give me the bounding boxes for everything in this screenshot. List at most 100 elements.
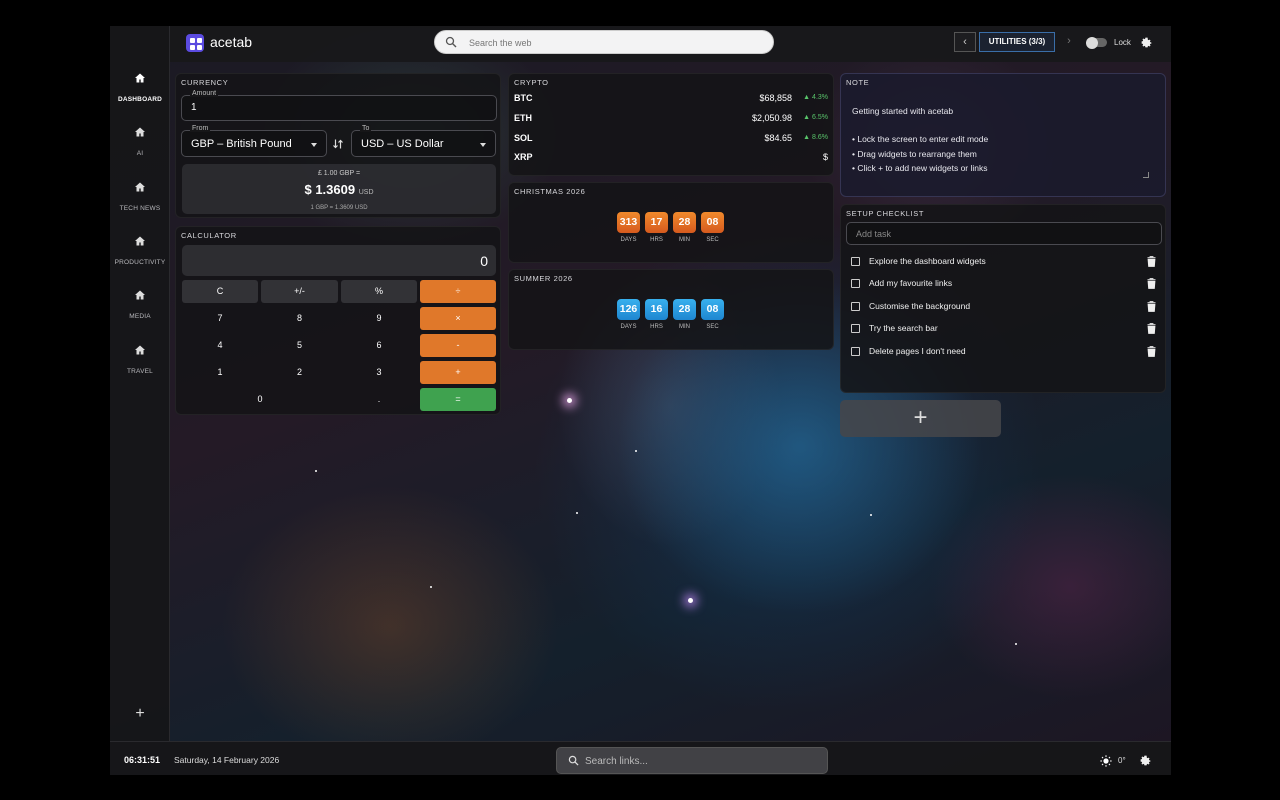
crypto-row[interactable]: SOL $84.65 ▲ 8.6% (514, 133, 828, 147)
crypto-row[interactable]: BTC $68,858 ▲ 4.3% (514, 93, 828, 107)
calc-key-equals[interactable]: = (420, 388, 496, 411)
conversion-source: £ 1.00 GBP = (317, 170, 361, 177)
calc-key-2[interactable]: 2 (261, 361, 338, 384)
calc-key-percent[interactable]: % (341, 280, 417, 303)
chevron-down-icon (480, 143, 486, 147)
next-page-button[interactable]: › (1058, 32, 1080, 52)
countdown-seconds: 08 (701, 299, 724, 320)
web-search-bar[interactable] (434, 30, 774, 54)
bg-star (315, 470, 317, 472)
app-logo-icon[interactable] (186, 34, 204, 52)
crypto-price: $ (822, 152, 828, 162)
calc-key-9[interactable]: 9 (341, 307, 417, 330)
clock: 06:31:51 (124, 755, 161, 765)
calc-key-7[interactable]: 7 (182, 307, 258, 330)
crypto-widget: CRYPTO BTC $68,858 ▲ 4.3% ETH $2,050.98 … (508, 73, 834, 176)
trash-icon[interactable] (1147, 301, 1156, 312)
add-widget-button[interactable]: + (840, 400, 1001, 437)
calc-key-1[interactable]: 1 (182, 361, 258, 384)
sidebar-item-tech-news[interactable]: TECH NEWS (110, 181, 170, 215)
trash-icon[interactable] (1147, 346, 1156, 357)
sidebar-item-dashboard[interactable]: DASHBOARD (110, 72, 170, 106)
calc-key-4[interactable]: 4 (182, 334, 258, 357)
link-search-bar[interactable] (556, 747, 828, 774)
calc-key-0[interactable]: 0 (182, 388, 338, 411)
task-checkbox[interactable] (851, 302, 860, 311)
link-search-input[interactable] (585, 754, 815, 768)
sidebar-item-travel[interactable]: TRAVEL (110, 344, 170, 378)
crypto-row[interactable]: XRP $ (514, 152, 828, 166)
calc-key-6[interactable]: 6 (341, 334, 417, 357)
countdown-unit-label: DAYS (620, 237, 637, 243)
sidebar-item-label: MEDIA (129, 313, 151, 320)
calc-key-negate[interactable]: +/- (261, 280, 338, 303)
add-task-input[interactable] (856, 227, 1146, 241)
countdown-unit-label: MIN (679, 324, 690, 330)
countdown-seconds: 08 (701, 212, 724, 233)
checklist-item: Try the search bar (851, 323, 1156, 337)
lock-toggle[interactable] (1086, 36, 1107, 49)
amount-field[interactable]: Amount 1 (181, 90, 497, 121)
amount-label: Amount (190, 90, 219, 97)
calc-key-multiply[interactable]: × (420, 307, 496, 330)
crypto-change: ▲ 6.5% (803, 114, 828, 121)
calc-key-clear[interactable]: C (182, 280, 258, 303)
crypto-price: $84.65 (764, 133, 792, 143)
swap-icon[interactable] (332, 138, 344, 150)
countdown-minutes: 28 (673, 212, 696, 233)
trash-icon[interactable] (1147, 323, 1156, 334)
note-textarea[interactable]: Getting started with acetab • Lock the s… (852, 104, 1142, 175)
calc-key-3[interactable]: 3 (341, 361, 417, 384)
calc-key-divide[interactable]: ÷ (420, 280, 496, 303)
crypto-symbol: BTC (514, 93, 533, 103)
bottom-bar: 06:31:51 Saturday, 14 February 2026 0° (110, 741, 1171, 775)
calc-key-decimal[interactable]: . (341, 388, 417, 411)
gear-icon[interactable] (1140, 36, 1153, 49)
task-checkbox[interactable] (851, 347, 860, 356)
home-icon (135, 182, 145, 192)
task-checkbox[interactable] (851, 279, 860, 288)
home-icon (135, 345, 145, 355)
widget-title: CHRISTMAS 2026 (514, 187, 586, 196)
calc-key-8[interactable]: 8 (261, 307, 338, 330)
temperature: 0° (1118, 756, 1126, 765)
sidebar-item-media[interactable]: MEDIA (110, 289, 170, 323)
dashboard-app: acetab ‹ UTILITIES (3/3) › Lock DASHBOAR… (110, 26, 1171, 775)
home-icon (135, 290, 145, 300)
sidebar-item-label: PRODUCTIVITY (114, 259, 166, 266)
crypto-row[interactable]: ETH $2,050.98 ▲ 6.5% (514, 113, 828, 127)
widget-title: SETUP CHECKLIST (846, 209, 925, 218)
countdown-unit-label: HRS (650, 237, 663, 243)
sidebar-item-productivity[interactable]: PRODUCTIVITY (110, 235, 170, 269)
note-widget: NOTE Getting started with acetab • Lock … (840, 73, 1166, 197)
bg-star (430, 586, 432, 588)
calc-key-5[interactable]: 5 (261, 334, 338, 357)
resize-handle-icon[interactable] (1143, 172, 1149, 178)
prev-page-button[interactable]: ‹ (954, 32, 976, 52)
conversion-rate: 1 GBP = 1.3609 USD (310, 205, 368, 211)
gear-icon[interactable] (1139, 754, 1152, 767)
sidebar-item-label: AI (136, 150, 144, 157)
sidebar-item-ai[interactable]: AI (110, 126, 170, 160)
trash-icon[interactable] (1147, 256, 1156, 267)
from-value: GBP – British Pound (191, 138, 292, 150)
to-label: To (360, 125, 372, 132)
task-checkbox[interactable] (851, 324, 860, 333)
add-task-field[interactable] (846, 222, 1162, 245)
page-switcher: ‹ UTILITIES (3/3) › (954, 32, 1084, 52)
app-name: acetab (210, 34, 253, 50)
page-label[interactable]: UTILITIES (3/3) (979, 32, 1055, 52)
web-search-input[interactable] (469, 35, 759, 51)
from-currency-select[interactable]: From GBP – British Pound (181, 125, 327, 157)
task-checkbox[interactable] (851, 257, 860, 266)
widget-title: SUMMER 2026 (514, 274, 573, 283)
calc-key-add[interactable]: + (420, 361, 496, 384)
trash-icon[interactable] (1147, 278, 1156, 289)
widget-title: NOTE (846, 78, 870, 87)
home-icon (135, 73, 145, 83)
currency-widget: CURRENCY Amount 1 From GBP – British Pou… (175, 73, 501, 218)
to-currency-select[interactable]: To USD – US Dollar (351, 125, 496, 157)
add-page-button[interactable]: + (132, 706, 148, 722)
calc-key-subtract[interactable]: - (420, 334, 496, 357)
bg-star (576, 512, 578, 514)
